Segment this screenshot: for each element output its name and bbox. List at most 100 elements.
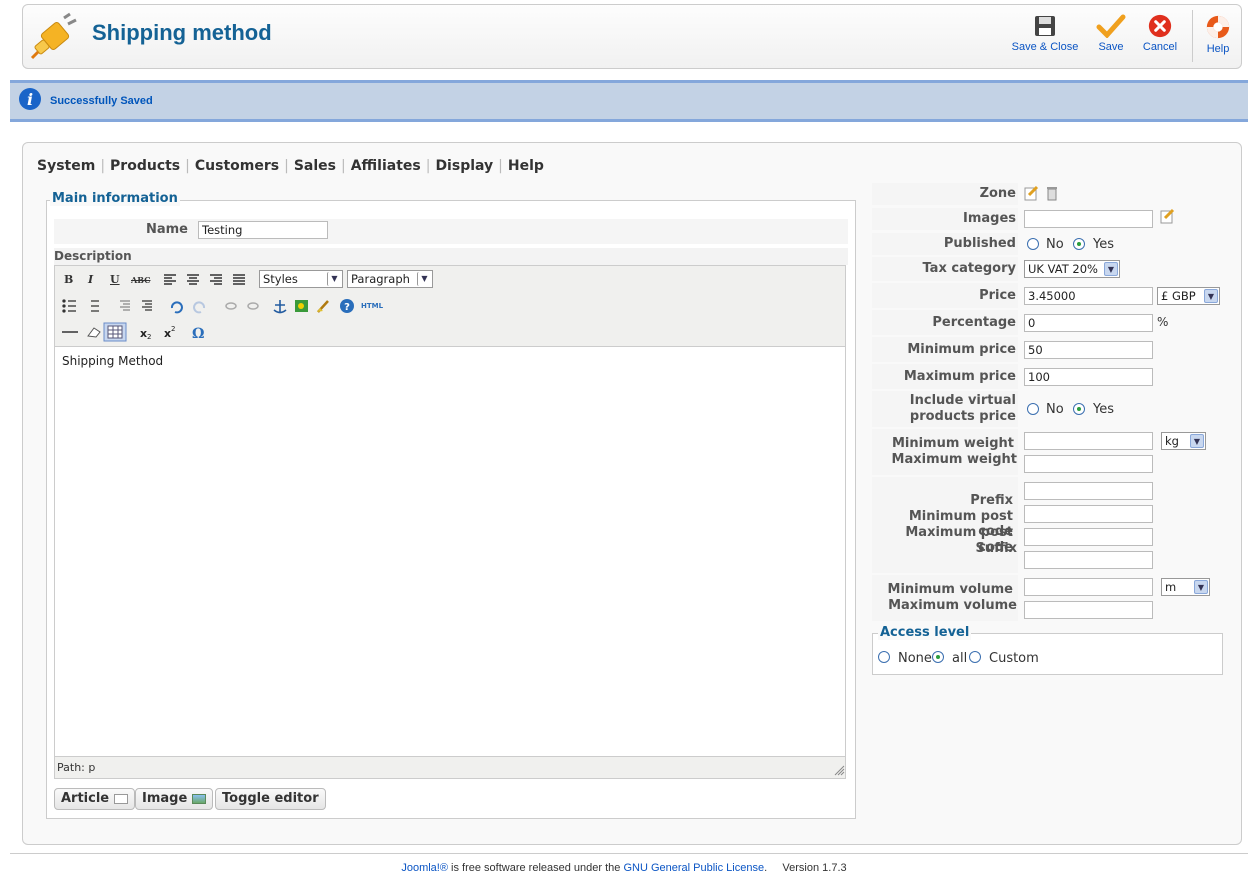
page-title: Shipping method <box>92 20 272 45</box>
menu-products[interactable]: Products <box>110 158 180 174</box>
published-no-label: No <box>1046 237 1064 252</box>
include-virtual-no-radio[interactable] <box>1027 403 1039 415</box>
menu-help[interactable]: Help <box>508 158 544 174</box>
gpl-link[interactable]: GNU General Public License <box>623 862 764 874</box>
maximum-weight-label: Maximum weight <box>891 452 1017 467</box>
help-button[interactable]: Help <box>1202 14 1234 55</box>
footer: Joomla!® is free software released under… <box>0 862 1248 874</box>
minimum-post-code-input[interactable] <box>1024 505 1153 523</box>
menu-affiliates[interactable]: Affiliates <box>351 158 421 174</box>
currency-select[interactable]: £ GBP ▼ <box>1157 287 1220 305</box>
editor-content-area[interactable] <box>55 346 845 757</box>
svg-text:?: ? <box>344 302 350 313</box>
access-all-label: all <box>952 651 968 666</box>
edit-zone-icon[interactable] <box>1023 185 1039 204</box>
percent-sign: % <box>1157 315 1169 329</box>
minimum-weight-input[interactable] <box>1024 432 1153 450</box>
weight-unit-select[interactable]: kg ▼ <box>1161 432 1206 450</box>
name-input[interactable] <box>198 221 328 239</box>
editor-toolbar-row-3[interactable]: x2 x2 Ω <box>60 322 220 342</box>
edit-images-icon[interactable] <box>1159 208 1175 227</box>
suffix-input[interactable] <box>1024 551 1153 569</box>
maximum-post-code-input[interactable] <box>1024 528 1153 546</box>
editor-toolbar-row-2[interactable]: ? <box>60 298 390 314</box>
published-no-radio[interactable] <box>1027 238 1039 250</box>
volume-unit-value: m <box>1165 580 1177 594</box>
volume-unit-select[interactable]: m ▼ <box>1161 578 1210 596</box>
message-bar <box>10 80 1248 122</box>
menu-customers[interactable]: Customers <box>195 158 279 174</box>
lifebuoy-icon <box>1206 15 1230 39</box>
save-close-button[interactable]: Save & Close <box>1010 14 1080 53</box>
minimum-price-input[interactable] <box>1024 341 1153 359</box>
joomla-link[interactable]: Joomla!® <box>401 862 448 874</box>
access-custom-label: Custom <box>989 651 1039 666</box>
chevron-down-icon: ▼ <box>1190 434 1204 448</box>
footer-divider <box>10 853 1248 854</box>
image-button[interactable]: Image <box>135 788 213 810</box>
include-virtual-yes-label: Yes <box>1093 402 1114 417</box>
image-label: Image <box>142 791 188 806</box>
resize-handle-icon[interactable] <box>834 765 845 776</box>
save-close-label: Save & Close <box>1011 41 1079 53</box>
html-icon[interactable]: HTML <box>361 302 383 310</box>
images-input[interactable] <box>1024 210 1153 228</box>
cancel-button[interactable]: Cancel <box>1140 14 1180 53</box>
check-icon <box>1096 14 1126 38</box>
toggle-editor-button[interactable]: Toggle editor <box>215 788 326 810</box>
svg-text:2: 2 <box>171 325 175 333</box>
footer-text-1: is free software released under the <box>447 862 624 874</box>
format-select[interactable]: Paragraph ▼ <box>347 270 433 288</box>
save-label: Save <box>1098 41 1124 53</box>
menu-sales[interactable]: Sales <box>294 158 336 174</box>
styles-value: Styles <box>263 272 298 286</box>
trash-zone-icon[interactable] <box>1045 185 1059 204</box>
tax-category-select[interactable]: UK VAT 20% ▼ <box>1024 260 1120 278</box>
format-value: Paragraph <box>351 272 410 286</box>
include-virtual-no-label: No <box>1046 402 1064 417</box>
styles-select[interactable]: Styles ▼ <box>259 270 343 288</box>
chevron-down-icon: ▼ <box>417 272 431 286</box>
bold-icon[interactable]: B <box>64 273 73 286</box>
save-button[interactable]: Save <box>1094 14 1128 53</box>
suffix-label: Suffix <box>975 541 1017 556</box>
strikethrough-icon[interactable]: ABC <box>131 275 150 285</box>
access-none-label: None <box>898 651 932 666</box>
minimum-volume-input[interactable] <box>1024 578 1153 596</box>
maximum-weight-input[interactable] <box>1024 455 1153 473</box>
editor-content-text: Shipping Method <box>62 354 164 368</box>
floppy-icon <box>1035 16 1055 36</box>
access-none-radio[interactable] <box>878 651 890 663</box>
chevron-down-icon: ▼ <box>1104 262 1118 276</box>
align-icons[interactable] <box>162 273 250 287</box>
minimum-volume-label: Minimum volume <box>887 582 1013 597</box>
svg-text:i: i <box>27 90 33 109</box>
prefix-input[interactable] <box>1024 482 1153 500</box>
include-virtual-label-1: Include virtual <box>909 393 1016 408</box>
help-label: Help <box>1206 43 1230 55</box>
access-custom-radio[interactable] <box>969 651 981 663</box>
underline-icon[interactable]: U <box>110 273 120 286</box>
info-icon: i <box>18 87 42 114</box>
percentage-input[interactable] <box>1024 314 1153 332</box>
maximum-price-input[interactable] <box>1024 368 1153 386</box>
images-label: Images <box>962 211 1016 226</box>
percentage-label: Percentage <box>932 315 1016 330</box>
price-input[interactable] <box>1024 287 1153 305</box>
cancel-icon <box>1148 14 1172 38</box>
editor-path: Path: p <box>57 761 96 774</box>
italic-icon[interactable]: I <box>88 273 93 286</box>
article-button[interactable]: Article <box>54 788 135 810</box>
minimum-price-label: Minimum price <box>907 342 1016 357</box>
article-label: Article <box>61 791 110 806</box>
description-label: Description <box>54 249 132 263</box>
menu-display[interactable]: Display <box>435 158 493 174</box>
published-yes-radio[interactable] <box>1073 238 1085 250</box>
menu-system[interactable]: System <box>37 158 95 174</box>
maximum-volume-input[interactable] <box>1024 601 1153 619</box>
include-virtual-yes-radio[interactable] <box>1073 403 1085 415</box>
access-all-radio[interactable] <box>932 651 944 663</box>
minimum-weight-label: Minimum weight <box>891 436 1014 451</box>
chevron-down-icon: ▼ <box>1194 580 1208 594</box>
toolbar-divider <box>1192 10 1193 62</box>
